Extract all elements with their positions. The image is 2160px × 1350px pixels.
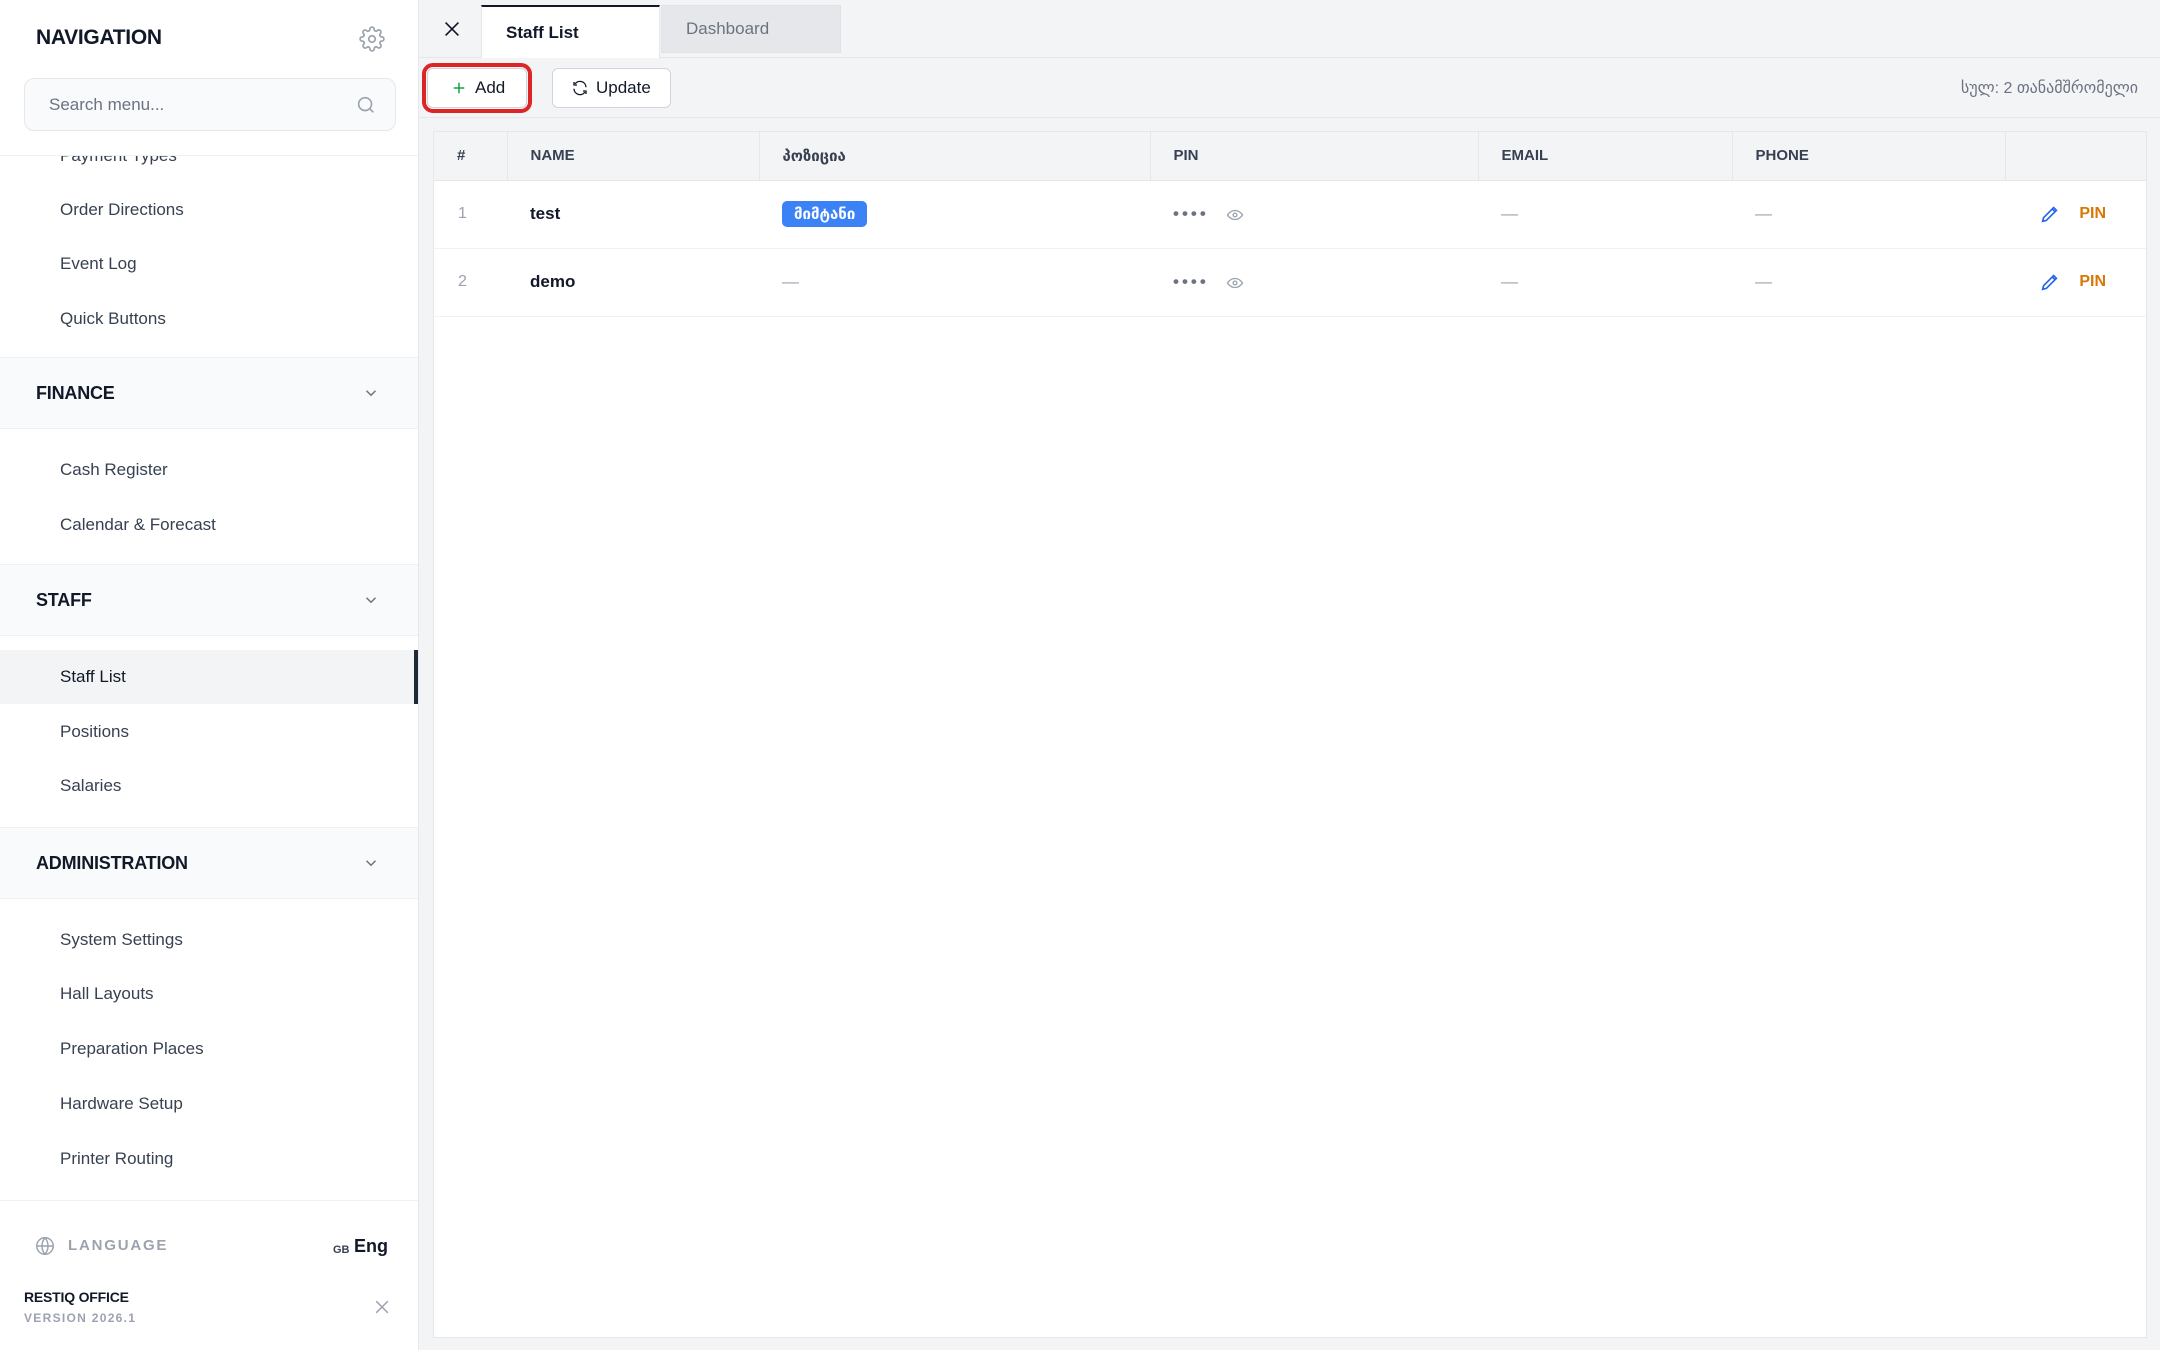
email-cell: — <box>1478 248 1732 317</box>
tab-bar: Staff List Dashboard <box>419 0 2160 58</box>
staff-table: # NAME პოზიცია PIN EMAIL PHONE 1 test მი… <box>433 131 2147 1338</box>
sidebar-item-staff-list[interactable]: Staff List <box>0 650 418 704</box>
staff-count: სულ: 2 თანამშრომელი <box>1960 80 2138 97</box>
position-cell: მიმტანი <box>759 180 1150 249</box>
sidebar-item-hall-layouts[interactable]: Hall Layouts <box>0 967 418 1021</box>
search-box <box>24 78 396 131</box>
table-header-row: # NAME პოზიცია PIN EMAIL PHONE <box>434 132 2146 181</box>
refresh-icon <box>573 80 587 96</box>
main-content: Staff List Dashboard Add Update სულ: 2 თ… <box>419 0 2160 1350</box>
staff-name: demo <box>507 248 759 317</box>
close-icon[interactable] <box>372 1297 392 1317</box>
column-header-actions <box>2005 132 2146 181</box>
table-row[interactable]: 1 test მიმტანი •••• — — PIN <box>434 180 2146 249</box>
pin-action-link[interactable]: PIN <box>2079 273 2106 291</box>
pencil-icon[interactable] <box>2039 203 2061 225</box>
staff-name: test <box>507 180 759 249</box>
row-number: 2 <box>434 248 507 317</box>
tab-staff-list[interactable]: Staff List <box>481 5 660 58</box>
row-actions: PIN <box>2028 203 2146 225</box>
pin-cell: •••• <box>1150 248 1478 317</box>
sidebar-item-quick-buttons[interactable]: Quick Buttons <box>0 292 418 346</box>
sidebar-item-payment-types[interactable]: Payment Types <box>0 156 418 183</box>
version-label: VERSION 2026.1 <box>24 1311 137 1325</box>
sidebar-item-positions[interactable]: Positions <box>0 705 418 759</box>
language-selector[interactable]: Eng <box>354 1236 388 1257</box>
pin-cell: •••• <box>1150 180 1478 249</box>
phone-cell: — <box>1732 180 2005 249</box>
row-actions: PIN <box>2028 271 2146 293</box>
phone-cell: — <box>1732 248 2005 317</box>
column-header-pin[interactable]: PIN <box>1150 132 1479 181</box>
section-staff[interactable]: STAFF <box>0 564 418 636</box>
nav-title: NAVIGATION <box>36 26 162 49</box>
column-header-phone[interactable]: PHONE <box>1732 132 2006 181</box>
column-header-position[interactable]: პოზიცია <box>759 132 1151 181</box>
pencil-icon[interactable] <box>2039 271 2061 293</box>
sidebar: NAVIGATION Payment Types Order Direction… <box>0 0 419 1350</box>
column-header-email[interactable]: EMAIL <box>1478 132 1733 181</box>
gear-icon[interactable] <box>359 26 385 52</box>
sidebar-item-printer-routing[interactable]: Printer Routing <box>0 1132 418 1186</box>
column-header-name[interactable]: NAME <box>507 132 760 181</box>
column-header-number[interactable]: # <box>434 132 508 181</box>
chevron-down-icon <box>365 390 377 397</box>
pin-masked: •••• <box>1173 272 1209 291</box>
section-administration[interactable]: ADMINISTRATION <box>0 827 418 899</box>
nav-menu: Payment Types Order Directions Event Log… <box>0 155 418 1200</box>
table-row[interactable]: 2 demo — •••• — — PIN <box>434 248 2146 317</box>
close-icon[interactable] <box>441 18 463 40</box>
globe-icon <box>36 1237 54 1255</box>
actions-cell: PIN <box>2005 248 2146 317</box>
actions-cell: PIN <box>2005 180 2146 249</box>
brand-name: RESTIQ OFFICE <box>24 1289 129 1305</box>
eye-icon[interactable] <box>1226 274 1244 292</box>
sidebar-item-event-log[interactable]: Event Log <box>0 237 418 291</box>
row-number: 1 <box>434 180 507 249</box>
position-cell: — <box>759 248 1150 317</box>
search-input[interactable] <box>25 79 395 130</box>
position-badge: მიმტანი <box>782 201 868 227</box>
language-label: LANGUAGE <box>68 1237 169 1254</box>
sidebar-item-salaries[interactable]: Salaries <box>0 759 418 813</box>
email-cell: — <box>1478 180 1732 249</box>
toolbar: Add Update სულ: 2 თანამშრომელი <box>419 58 2160 118</box>
sidebar-item-cash-register[interactable]: Cash Register <box>0 443 418 497</box>
sidebar-item-preparation-places[interactable]: Preparation Places <box>0 1022 418 1076</box>
flag-icon[interactable]: GB <box>333 1244 350 1256</box>
pin-action-link[interactable]: PIN <box>2079 205 2106 223</box>
tab-dashboard[interactable]: Dashboard <box>661 5 841 53</box>
sidebar-footer: LANGUAGE GB Eng RESTIQ OFFICE VERSION 20… <box>0 1200 418 1350</box>
sidebar-item-calendar-forecast[interactable]: Calendar & Forecast <box>0 498 418 552</box>
section-finance[interactable]: FINANCE <box>0 357 418 429</box>
sidebar-item-order-directions[interactable]: Order Directions <box>0 183 418 237</box>
chevron-down-icon <box>365 860 377 867</box>
eye-icon[interactable] <box>1226 206 1244 224</box>
sidebar-item-hardware-setup[interactable]: Hardware Setup <box>0 1077 418 1131</box>
plus-icon <box>453 82 465 94</box>
chevron-down-icon <box>365 597 377 604</box>
search-icon <box>357 96 374 113</box>
sidebar-item-system-settings[interactable]: System Settings <box>0 913 418 967</box>
add-button[interactable]: Add <box>422 63 532 113</box>
update-button[interactable]: Update <box>552 68 671 108</box>
pin-masked: •••• <box>1173 204 1209 223</box>
